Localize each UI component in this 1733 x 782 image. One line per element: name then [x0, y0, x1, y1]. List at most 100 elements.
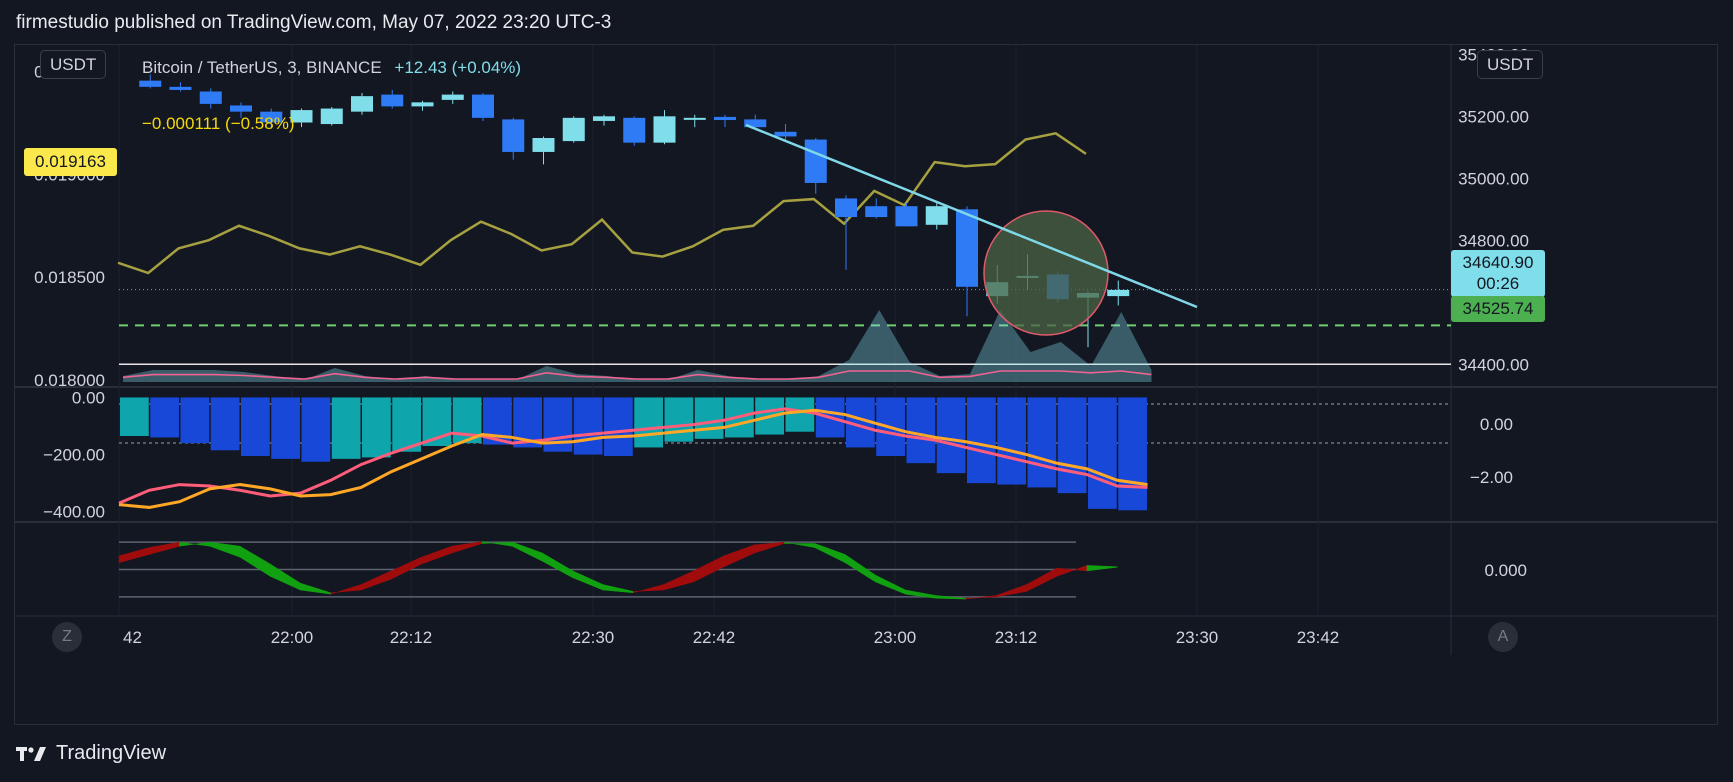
candle-body: [562, 117, 585, 142]
oscillator-segment: [663, 570, 694, 591]
zoom-reset-button[interactable]: Z: [52, 622, 82, 652]
macd-left-axis-label: −200.00: [43, 446, 105, 465]
oscillator-segment: [844, 553, 876, 583]
right-axis-label: 35200.00: [1458, 107, 1529, 126]
auto-scale-button[interactable]: A: [1488, 622, 1518, 652]
candle-body: [199, 91, 222, 104]
last-price-tag: 34640.90 00:26: [1451, 250, 1545, 297]
chart-legend[interactable]: Bitcoin / TetherUS, 3, BINANCE +12.43 (+…: [142, 58, 521, 78]
publisher-text: firmestudio published on TradingView.com…: [16, 12, 612, 33]
candle-body: [381, 94, 404, 107]
candle-body: [653, 116, 676, 143]
macd-bar: [1057, 397, 1087, 494]
candle-body: [1107, 289, 1130, 297]
oscillator-segment: [300, 582, 331, 595]
oscillator-segment: [633, 584, 664, 594]
currency-left-badge[interactable]: USDT: [40, 50, 107, 79]
candle-body: [865, 206, 888, 218]
candle-body: [169, 86, 192, 90]
left-axis-label: 0.018500: [34, 268, 105, 287]
macd-bar: [997, 397, 1026, 485]
candle-body: [895, 206, 918, 227]
oscillator-segment: [512, 541, 543, 562]
oscillator-segment: [209, 541, 241, 558]
macd-bar: [362, 397, 391, 458]
macd-bar: [785, 397, 815, 432]
macd-bar: [150, 397, 179, 438]
candle-body: [774, 131, 797, 137]
macd-bar: [604, 397, 633, 456]
oscillator-right-axis-label: 0.000: [1484, 561, 1527, 580]
time-axis-label: 23:12: [995, 628, 1038, 647]
candle-body: [683, 117, 706, 120]
candle-body: [320, 108, 343, 125]
time-axis-label: 23:42: [1297, 628, 1340, 647]
time-axis-label: 22:42: [693, 628, 736, 647]
macd-bar: [967, 397, 996, 484]
currency-right-badge[interactable]: USDT: [1477, 50, 1544, 79]
macd-bar: [331, 397, 361, 459]
left-axis-label: 0.018000: [34, 371, 105, 390]
oscillator-ribbon: [118, 541, 1118, 600]
ratio-change-label: −0.000111 (−0.58%): [142, 114, 295, 133]
oscillator-segment: [996, 584, 1027, 598]
macd-bar: [1088, 397, 1117, 509]
macd-bar: [573, 397, 603, 455]
right-axis-label: 34800.00: [1458, 231, 1529, 250]
oscillator-segment: [451, 541, 483, 554]
macd-left-axis-label: −400.00: [43, 503, 105, 522]
header-bar: firmestudio published on TradingView.com…: [0, 0, 1733, 44]
oscillator-segment: [572, 570, 604, 591]
candle-body: [956, 209, 978, 287]
chart-svg[interactable]: 0.0195000.0190000.0185000.01800035400.00…: [15, 45, 1717, 724]
macd-right-axis-label: 0.00: [1480, 415, 1513, 434]
macd-bar: [210, 397, 240, 451]
candle-body: [593, 116, 615, 121]
oscillator-segment: [421, 545, 452, 565]
oscillator-segment: [814, 543, 846, 564]
oscillator-segment: [693, 555, 725, 583]
macd-right-axis-label: −2.00: [1470, 468, 1513, 487]
time-axis-label: 22:30: [572, 628, 615, 647]
oscillator-segment: [602, 584, 634, 594]
legend-symbol: Bitcoin / TetherUS, 3, BINANCE: [142, 58, 382, 77]
macd-bar: [936, 397, 966, 474]
tradingview-brand: TradingView: [56, 742, 167, 764]
candle-body: [532, 138, 555, 152]
candle-body: [925, 206, 948, 225]
oscillator-segment: [1056, 565, 1088, 577]
chart-area[interactable]: 0.0195000.0190000.0185000.01800035400.00…: [14, 44, 1718, 725]
macd-bar: [1027, 397, 1057, 488]
oscillator-segment: [542, 552, 573, 579]
candle-body: [835, 198, 857, 218]
time-axis-label: 23:30: [1176, 628, 1219, 647]
candle-body: [804, 139, 827, 183]
oscillator-segment: [239, 545, 271, 577]
tradingview-logo-icon: [16, 746, 46, 761]
oscillator-segment: [723, 544, 755, 568]
last-price-value: 34640.90: [1462, 253, 1534, 272]
time-axis-label: 42: [123, 628, 142, 647]
candle-body: [472, 94, 494, 118]
macd-bar: [664, 397, 694, 442]
oscillator-segment: [784, 541, 815, 548]
macd-bar: [694, 397, 724, 439]
macd-bar: [180, 397, 210, 444]
legend-change: +12.43 (+0.04%): [394, 58, 522, 77]
macd-bar: [241, 397, 270, 456]
tradingview-footer[interactable]: TradingView: [16, 742, 166, 765]
macd-bar: [120, 397, 149, 436]
candle-body: [623, 117, 646, 143]
oscillator-segment: [118, 547, 150, 563]
right-axis-label: 35000.00: [1458, 169, 1529, 188]
left-price-tag: 0.019163: [24, 148, 117, 176]
candle-body: [714, 116, 736, 121]
macd-bar: [906, 397, 936, 464]
oscillator-segment: [1026, 567, 1057, 592]
candle-body: [502, 119, 525, 152]
time-axis-label: 23:00: [874, 628, 917, 647]
candle-body: [351, 96, 373, 112]
oscillator-segment: [875, 574, 906, 595]
oscillator-segment: [360, 570, 392, 591]
macd-bar: [634, 397, 663, 448]
